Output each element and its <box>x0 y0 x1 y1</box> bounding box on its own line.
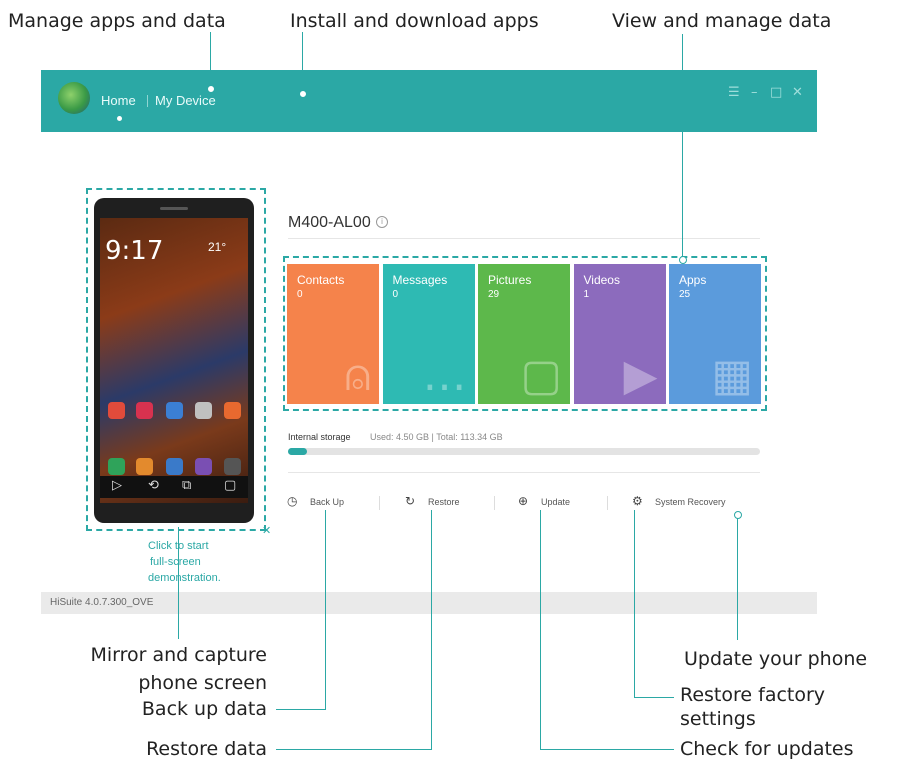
leader-dot <box>734 511 742 519</box>
update-icon[interactable]: ⊕ <box>518 494 532 508</box>
divider <box>288 472 760 473</box>
tab-my-device[interactable]: My Device <box>155 93 216 108</box>
leader-line <box>737 514 738 640</box>
grid-icon: ▦ <box>711 350 753 401</box>
restore-button[interactable]: Restore <box>428 497 460 507</box>
picture-icon: ▢ <box>520 350 562 401</box>
leader-line <box>276 749 432 750</box>
leader-line <box>540 749 674 750</box>
tile-count: 0 <box>392 289 399 300</box>
phone-dock-icon <box>108 458 125 475</box>
action-divider <box>379 496 380 510</box>
chat-icon: … <box>422 350 467 401</box>
system-recovery-button[interactable]: System Recovery <box>655 497 726 507</box>
leader-line <box>634 697 674 698</box>
back-up-button[interactable]: Back Up <box>310 497 344 507</box>
tile-label: Apps <box>679 273 707 287</box>
folder-icon[interactable]: ▢ <box>224 478 236 493</box>
tile-count: 25 <box>679 289 691 300</box>
nav-divider <box>147 95 148 107</box>
callout-view-data: View and manage data <box>612 10 832 32</box>
person-icon: ⍝ <box>344 350 371 401</box>
video-icon: ▶ <box>623 350 658 401</box>
active-tab-indicator <box>117 116 122 121</box>
callout-manage-apps: Manage apps and data <box>8 10 226 32</box>
tile-videos[interactable]: Videos 1 ▶ <box>573 264 666 404</box>
contacts-dock-icon <box>136 458 153 475</box>
tile-count: 1 <box>583 289 590 300</box>
status-bar <box>41 592 817 614</box>
back-icon[interactable]: ▷ <box>112 478 122 493</box>
divider <box>288 238 760 239</box>
update-button[interactable]: Update <box>541 497 570 507</box>
restore-icon[interactable]: ↻ <box>405 494 419 508</box>
tile-contacts[interactable]: Contacts 0 ⍝ <box>287 264 379 404</box>
leader-line <box>178 527 179 639</box>
app-icon <box>108 402 125 419</box>
rotate-icon[interactable]: ⟲ <box>148 478 159 493</box>
storage-stats: Used: 4.50 GB | Total: 113.34 GB <box>370 432 503 442</box>
callout-restore: Restore data <box>146 738 267 760</box>
camera-dock-icon <box>195 458 212 475</box>
callout-update-phone: Update your phone <box>684 648 868 670</box>
tile-count: 0 <box>297 289 303 300</box>
maximize-icon[interactable]: □ <box>770 85 782 100</box>
leader-line <box>431 510 432 749</box>
callout-restore-factory-1: Restore factory <box>680 684 826 706</box>
callout-mirror-2: phone screen <box>138 672 267 694</box>
leader-line <box>634 510 635 698</box>
storage-label: Internal storage <box>288 432 351 442</box>
leader-line <box>682 34 683 260</box>
tile-label: Pictures <box>488 273 532 287</box>
callout-restore-factory-2: settings <box>680 708 756 730</box>
action-divider <box>607 496 608 510</box>
menu-icon[interactable]: ☰ <box>728 85 740 100</box>
hint-line-3: demonstration. <box>148 572 221 584</box>
leader-line <box>325 510 326 709</box>
apps-dock-icon <box>224 458 241 475</box>
leader-line <box>276 709 326 710</box>
leader-dot <box>207 85 215 93</box>
backup-icon[interactable]: ◷ <box>287 494 301 508</box>
leader-line <box>210 32 211 87</box>
tile-pictures[interactable]: Pictures 29 ▢ <box>478 264 570 404</box>
leader-dot <box>299 90 307 98</box>
leader-line <box>540 510 541 749</box>
wrench-icon[interactable]: ⚙ <box>632 494 646 508</box>
callout-mirror-1: Mirror and capture <box>90 644 267 666</box>
tile-label: Messages <box>392 273 448 287</box>
phone-weather: 21° <box>208 240 227 254</box>
close-icon[interactable]: ✕ <box>792 85 803 100</box>
tile-messages[interactable]: Messages 0 … <box>382 264 475 404</box>
app-icon <box>195 402 212 419</box>
screenshot-icon[interactable]: ⧉ <box>182 478 191 493</box>
device-name: M400-AL00 <box>288 214 371 231</box>
storage-bar-fill <box>288 448 307 455</box>
leader-dot <box>679 256 687 264</box>
leader-line <box>302 32 303 92</box>
tile-label: Videos <box>583 273 620 287</box>
callout-install-apps: Install and download apps <box>290 10 539 32</box>
app-icon <box>136 402 153 419</box>
tile-count: 29 <box>488 289 500 300</box>
minimize-icon[interactable]: – <box>751 85 758 100</box>
info-icon[interactable]: i <box>376 216 388 228</box>
hint-line-2: full-screen <box>150 556 201 568</box>
app-icon <box>224 402 241 419</box>
version-text: HiSuite 4.0.7.300_OVE <box>50 597 154 608</box>
phone-speaker <box>160 207 188 210</box>
callout-check-updates: Check for updates <box>680 738 854 760</box>
action-divider <box>494 496 495 510</box>
storage-bar <box>288 448 760 455</box>
hisuite-logo <box>58 82 90 114</box>
tab-home[interactable]: Home <box>101 93 136 108</box>
close-mirror-icon[interactable]: ✕ <box>262 524 271 537</box>
browser-dock-icon <box>166 458 183 475</box>
tile-label: Contacts <box>297 273 345 287</box>
app-icon <box>166 402 183 419</box>
callout-back-up: Back up data <box>141 698 267 720</box>
tile-apps[interactable]: Apps 25 ▦ <box>669 264 761 404</box>
phone-clock: 9:17 <box>105 236 164 266</box>
